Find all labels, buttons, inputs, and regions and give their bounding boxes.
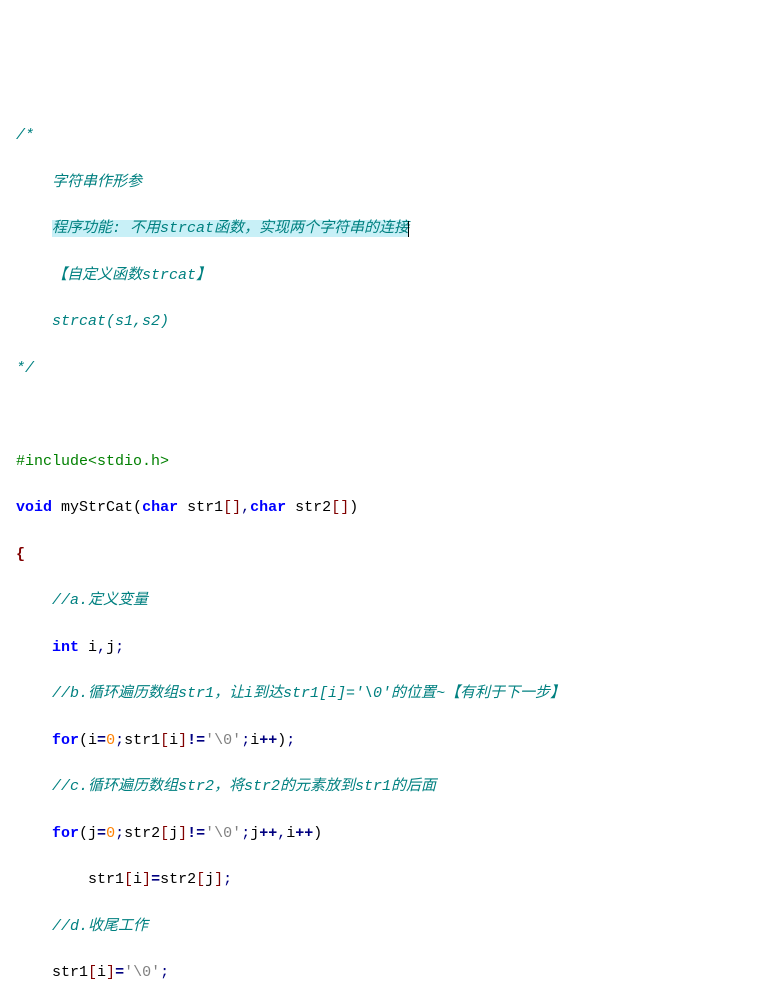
keyword-void: void [16, 499, 52, 516]
comment-block-end: */ [16, 360, 34, 377]
function-name: myStrCat [61, 499, 133, 516]
for-loop-2: for(j=0;str2[j]!='\0';j++,i++) [16, 822, 763, 845]
comment-line-4: strcat(s1,s2) [52, 313, 169, 330]
comment-line-1: 字符串作形参 [52, 174, 142, 191]
comment-line-2-highlighted: 程序功能: 不用strcat函数，实现两个字符串的连接 [52, 220, 409, 237]
for-loop-1: for(i=0;str1[i]!='\0';i++); [16, 729, 763, 752]
comment-line-3: 【自定义函数strcat】 [52, 267, 211, 284]
code-editor[interactable]: /* 字符串作形参 程序功能: 不用strcat函数，实现两个字符串的连接 【自… [16, 101, 763, 1000]
include-directive: #include<stdio.h> [16, 453, 169, 470]
keyword-char: char [142, 499, 178, 516]
keyword-for: for [52, 732, 79, 749]
keyword-char: char [250, 499, 286, 516]
blank-line [16, 403, 763, 426]
comment-block-start: /* [16, 127, 34, 144]
comment-d: //d.收尾工作 [52, 918, 148, 935]
var-declaration: int i,j; [16, 636, 763, 659]
brace-open: { [16, 546, 25, 563]
keyword-int: int [52, 639, 79, 656]
comment-c: //c.循环遍历数组str2，将str2的元素放到str1的后面 [52, 778, 436, 795]
for-loop-2-body: str1[i]=str2[j]; [16, 868, 763, 891]
keyword-for: for [52, 825, 79, 842]
text-caret [408, 221, 409, 238]
comment-a: //a.定义变量 [52, 592, 148, 609]
null-terminate: str1[i]='\0'; [16, 961, 763, 984]
comment-b: //b.循环遍历数组str1，让i到达str1[i]='\0'的位置~【有利于下… [52, 685, 565, 702]
